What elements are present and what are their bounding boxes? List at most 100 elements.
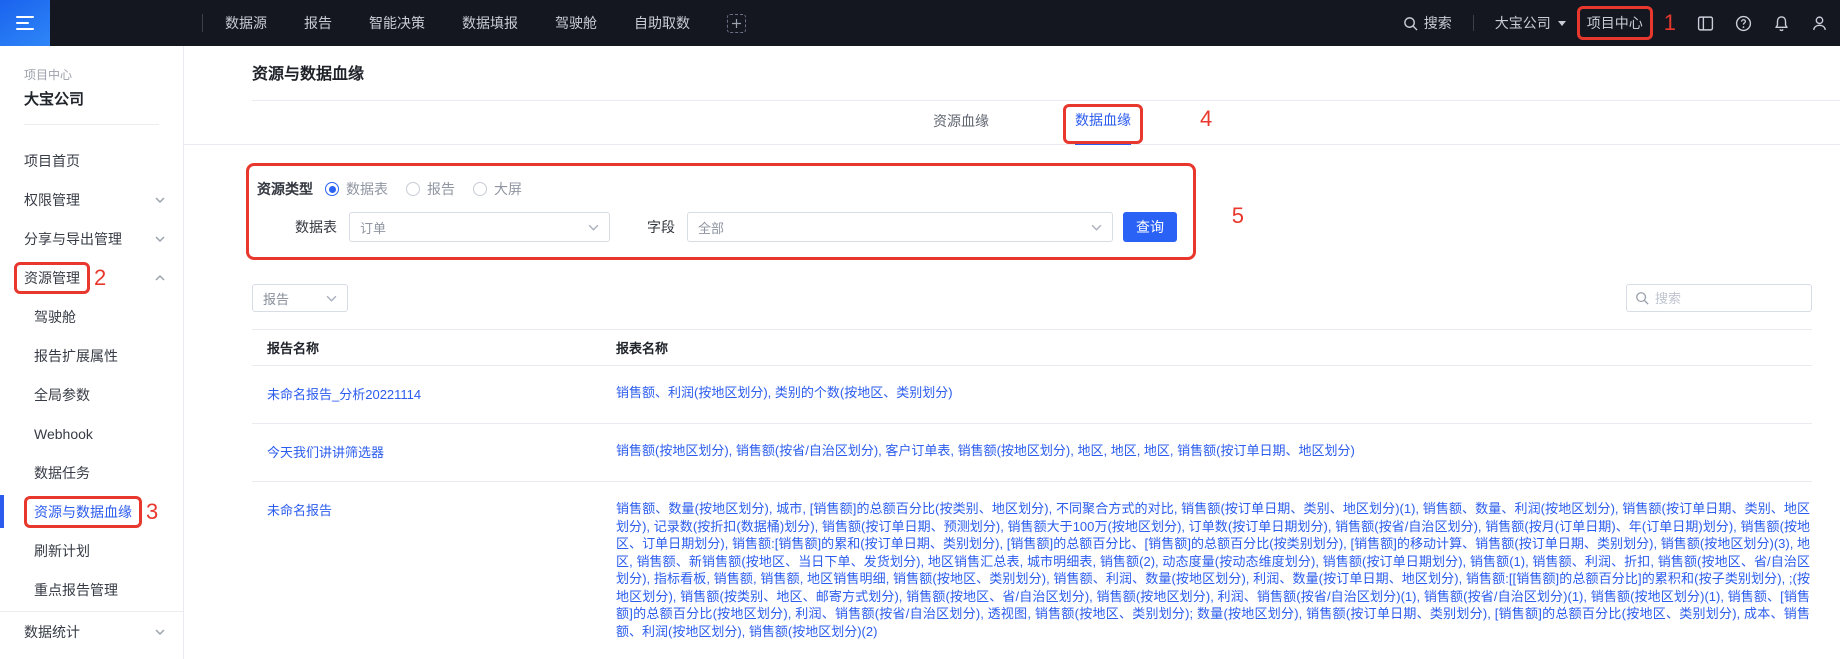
sidebar-item-refresh-plan[interactable]: 刷新计划 xyxy=(0,531,183,570)
sidebar-item-resource-data-lineage[interactable]: 资源与数据血缘 3 xyxy=(0,492,183,531)
sidebar-item-cockpit[interactable]: 驾驶舱 xyxy=(0,297,183,336)
column-header-chart-name: 报表名称 xyxy=(616,330,1812,366)
chevron-down-icon xyxy=(155,629,165,635)
top-navbar: 数据源 报告 智能决策 数据填报 驾驶舱 自助取数 搜索 大宝公司 项目中心 1 xyxy=(0,0,1840,46)
sidebar-item-key-report-mgmt[interactable]: 重点报告管理 xyxy=(0,570,183,609)
radio-option-bigscreen[interactable]: 大屏 xyxy=(473,179,522,199)
annotation-step-3: 3 xyxy=(146,501,158,523)
search-icon xyxy=(1635,291,1649,305)
annotation-step-2: 2 xyxy=(94,267,106,289)
project-center-label: 项目中心 xyxy=(1587,13,1643,33)
notifications-icon[interactable] xyxy=(1773,15,1790,32)
global-search-button[interactable]: 搜索 xyxy=(1403,13,1452,33)
table-row: 今天我们讲讲筛选器 销售额(按地区划分), 销售额(按省/自治区划分), 客户订… xyxy=(252,424,1812,482)
nav-item-smart-decision[interactable]: 智能决策 xyxy=(369,13,425,33)
sidebar-item-label: Webhook xyxy=(34,426,93,442)
radio-icon xyxy=(473,182,487,196)
app-menu-button[interactable] xyxy=(0,0,50,46)
sidebar: 项目中心 大宝公司 项目首页 权限管理 分享与导出管理 资源管理 2 驾驶舱 xyxy=(0,46,184,659)
select-value: 报告 xyxy=(263,289,289,308)
sidebar-item-share-export-mgmt[interactable]: 分享与导出管理 xyxy=(0,219,183,258)
filter-panel: 资源类型 数据表 报告 大屏 xyxy=(246,163,1196,260)
list-toolbar: 报告 xyxy=(252,284,1812,312)
hamburger-icon xyxy=(16,12,34,34)
list-search-box xyxy=(1626,284,1812,312)
chevron-down-icon xyxy=(155,197,165,203)
select-value: 全部 xyxy=(698,218,724,237)
report-link[interactable]: 未命名报告 xyxy=(267,503,332,518)
column-header-report-name: 报告名称 xyxy=(252,330,616,366)
sidebar-item-project-home[interactable]: 项目首页 xyxy=(0,141,183,180)
radio-selected-icon xyxy=(325,182,339,196)
annotation-step-4: 4 xyxy=(1200,108,1212,130)
nav-item-dashboard[interactable]: 驾驶舱 xyxy=(555,13,597,33)
radio-label: 数据表 xyxy=(346,179,388,199)
radio-option-report[interactable]: 报告 xyxy=(406,179,455,199)
main-content: 资源与数据血缘 资源血缘 数据血缘 4 资源类型 数据表 xyxy=(184,46,1840,659)
active-indicator-bar xyxy=(0,495,4,528)
sidebar-item-label: 刷新计划 xyxy=(34,541,90,561)
chevron-up-icon xyxy=(155,275,165,281)
datatable-select-label: 数据表 xyxy=(295,217,337,237)
search-label: 搜索 xyxy=(1424,13,1452,33)
chevron-down-icon xyxy=(1558,21,1566,26)
chevron-down-icon xyxy=(588,224,599,231)
nav-item-self-service[interactable]: 自助取数 xyxy=(634,13,690,33)
resource-kind-select[interactable]: 报告 xyxy=(252,284,348,312)
nav-divider xyxy=(202,14,203,32)
nav-item-data-filling[interactable]: 数据填报 xyxy=(462,13,518,33)
radio-option-datatable[interactable]: 数据表 xyxy=(325,179,388,199)
sidebar-item-global-params[interactable]: 全局参数 xyxy=(0,375,183,414)
sidebar-item-data-tasks[interactable]: 数据任务 xyxy=(0,453,183,492)
sidebar-item-label: 全局参数 xyxy=(34,385,90,405)
nav-item-datasource[interactable]: 数据源 xyxy=(225,13,267,33)
sidebar-item-label: 资源管理 xyxy=(24,268,80,288)
select-value: 订单 xyxy=(360,218,386,237)
nav-item-report[interactable]: 报告 xyxy=(304,13,332,33)
field-select-label: 字段 xyxy=(647,217,675,237)
annotation-step-1: 1 xyxy=(1664,12,1676,34)
lineage-tabs: 资源血缘 数据血缘 4 xyxy=(184,101,1840,145)
resource-type-radio-group: 数据表 报告 大屏 xyxy=(325,179,522,199)
sidebar-item-webhook[interactable]: Webhook xyxy=(0,414,183,453)
help-icon[interactable] xyxy=(1735,15,1752,32)
sidebar-item-label: 分享与导出管理 xyxy=(24,229,122,249)
report-link[interactable]: 未命名报告_分析20221114 xyxy=(267,387,421,402)
chevron-down-icon xyxy=(155,236,165,242)
sidebar-item-label: 项目首页 xyxy=(24,151,80,171)
sidebar-item-permission-mgmt[interactable]: 权限管理 xyxy=(0,180,183,219)
list-search-input[interactable] xyxy=(1655,291,1803,306)
radio-label: 大屏 xyxy=(494,179,522,199)
query-button[interactable]: 查询 xyxy=(1123,212,1177,242)
user-icon[interactable] xyxy=(1811,15,1828,32)
sidebar-item-data-statistics[interactable]: 数据统计 xyxy=(0,612,183,651)
main-nav: 数据源 报告 智能决策 数据填报 驾驶舱 自助取数 xyxy=(225,13,746,33)
org-switcher[interactable]: 大宝公司 xyxy=(1495,13,1566,33)
sidebar-item-resource-mgmt[interactable]: 资源管理 2 xyxy=(0,258,183,297)
annotation-step-5: 5 xyxy=(1232,205,1244,227)
field-select[interactable]: 全部 xyxy=(687,212,1113,242)
datatable-select[interactable]: 订单 xyxy=(349,212,610,242)
sidebar-item-report-ext-props[interactable]: 报告扩展属性 xyxy=(0,336,183,375)
chevron-down-icon xyxy=(1091,224,1102,231)
workbench-icon[interactable] xyxy=(1697,15,1714,32)
project-center-button[interactable]: 项目中心 xyxy=(1587,13,1643,33)
plus-icon xyxy=(732,19,741,28)
sidebar-org-name: 大宝公司 xyxy=(24,88,159,109)
resource-type-label: 资源类型 xyxy=(257,179,313,199)
tab-resource-lineage[interactable]: 资源血缘 xyxy=(933,111,989,144)
sidebar-item-label: 驾驶舱 xyxy=(34,307,76,327)
tab-data-lineage[interactable]: 数据血缘 xyxy=(1075,110,1131,145)
chart-names-cell: 销售额、数量(按地区划分), 城市, [销售额]的总额百分比(按类别、地区划分)… xyxy=(616,482,1812,659)
page-title: 资源与数据血缘 xyxy=(252,60,1840,84)
radio-label: 报告 xyxy=(427,179,455,199)
report-link[interactable]: 今天我们讲讲筛选器 xyxy=(267,445,384,460)
add-module-button[interactable] xyxy=(727,14,746,33)
sidebar-context-label: 项目中心 xyxy=(24,66,159,83)
sidebar-item-label: 重点报告管理 xyxy=(34,580,118,600)
sidebar-item-label: 权限管理 xyxy=(24,190,80,210)
search-icon xyxy=(1403,16,1418,31)
sidebar-item-label: 数据任务 xyxy=(34,463,90,483)
table-header-row: 报告名称 报表名称 xyxy=(252,330,1812,366)
nav-divider xyxy=(1473,15,1474,31)
